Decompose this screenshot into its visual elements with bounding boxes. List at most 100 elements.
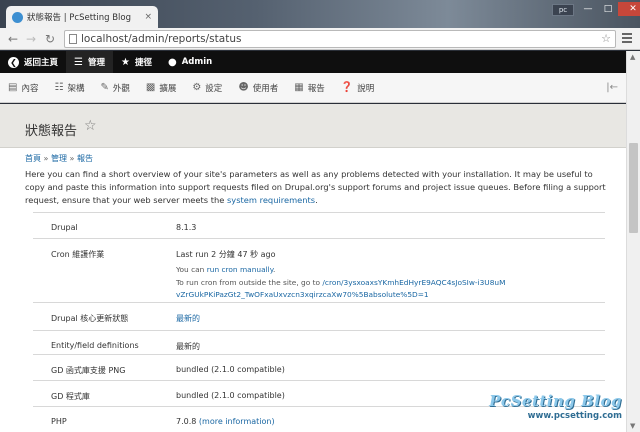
core-update-status-link[interactable]: 最新的 — [176, 313, 200, 324]
scroll-thumb[interactable] — [629, 143, 638, 233]
row-label: Drupal — [51, 223, 78, 232]
arrow-left-icon[interactable]: ← — [8, 31, 18, 47]
user-tab[interactable]: ● Admin — [160, 51, 220, 73]
back-to-site-link[interactable]: ❮ 返回主頁 — [0, 51, 66, 73]
row-value: 8.1.3 — [176, 223, 197, 232]
reload-icon[interactable]: ↻ — [45, 31, 55, 47]
intro-text: Here you can find a short overview of yo… — [25, 168, 610, 208]
collapse-menu-icon[interactable]: |← — [606, 82, 618, 93]
breadcrumb-home[interactable]: 首頁 — [25, 154, 41, 163]
row-value: 最新的 — [176, 342, 200, 351]
row-label: Drupal 核心更新狀態 — [51, 314, 129, 323]
reports-icon: ▦ — [294, 82, 304, 93]
cron-manual-pre: You can — [176, 265, 207, 274]
manage-label: 管理 — [87, 58, 105, 68]
page-icon — [69, 34, 77, 44]
browser-navbar: ← → ↻ localhost/admin/reports/status ☆ — [0, 28, 640, 50]
intro-end: . — [315, 195, 318, 206]
back-arrow-icon: ❮ — [8, 56, 19, 68]
menu-item-help[interactable]: ❓ 說明 — [333, 73, 382, 103]
page-title: 狀態報告 — [25, 124, 78, 139]
add-shortcut-star-icon[interactable]: ☆ — [84, 118, 97, 134]
menu-item-people[interactable]: ☻ 使用者 — [230, 73, 286, 103]
menu-item-content[interactable]: ▤ 內容 — [0, 73, 46, 103]
menu-label: 報告 — [307, 83, 325, 94]
table-row: Entity/field definitions 最新的 — [33, 330, 605, 354]
system-requirements-link[interactable]: system requirements — [227, 195, 315, 205]
table-row: GD 函式庫支援 PNG bundled (2.1.0 compatible) — [33, 354, 605, 380]
main-content: 首頁 » 管理 » 報告 Here you can find a short o… — [0, 148, 626, 432]
scroll-up-icon[interactable]: ▲ — [630, 53, 635, 61]
cron-value: Last run 2 分鐘 47 秒 ago You can run cron … — [176, 249, 506, 301]
page-scrollbar[interactable]: ▲ ▼ — [626, 51, 640, 432]
watermark-url: www.pcsetting.com — [527, 411, 622, 421]
window-user-badge[interactable]: pc — [552, 4, 574, 16]
user-icon: ● — [167, 56, 177, 68]
menu-item-structure[interactable]: ☷ 架構 — [46, 73, 92, 103]
table-row: Drupal 8.1.3 — [33, 212, 605, 238]
browser-menu-icon[interactable] — [622, 33, 632, 45]
menu-label: 外觀 — [112, 83, 130, 94]
row-value: bundled (2.1.0 compatible) — [176, 365, 285, 374]
pcsetting-watermark: PcSetting Blog www.pcsetting.com — [442, 392, 622, 421]
php-more-info-link[interactable]: (more information) — [199, 417, 275, 426]
menu-label: 設定 — [205, 83, 223, 94]
menu-label: 說明 — [357, 83, 375, 94]
breadcrumb-separator: » — [43, 154, 49, 163]
browser-titlebar: 狀態報告 | PcSetting Blog × pc — □ ✕ — [0, 0, 640, 28]
close-window-icon[interactable]: ✕ — [618, 2, 640, 16]
watermark-title: PcSetting Blog — [489, 392, 622, 410]
config-icon: ⚙ — [192, 82, 202, 93]
bookmark-star-icon[interactable]: ☆ — [601, 31, 611, 47]
table-row: Cron 維護作業 Last run 2 分鐘 47 秒 ago You can… — [33, 238, 605, 302]
tab-title: 狀態報告 | PcSetting Blog — [27, 13, 131, 23]
row-label: PHP — [51, 417, 67, 426]
arrow-right-icon[interactable]: → — [26, 31, 36, 47]
star-icon: ★ — [121, 56, 130, 68]
php-value: 7.0.8 (more information) — [176, 417, 275, 426]
menu-item-config[interactable]: ⚙ 設定 — [184, 73, 230, 103]
drupal-favicon-icon — [12, 11, 23, 23]
menu-label: 使用者 — [252, 83, 279, 94]
cron-external-line: To run cron from outside the site, go to… — [176, 277, 506, 301]
menu-label: 內容 — [21, 83, 39, 94]
row-label: GD 函式庫支援 PNG — [51, 366, 126, 375]
structure-icon: ☷ — [54, 82, 64, 93]
row-label: Entity/field definitions — [51, 341, 139, 350]
minimize-icon[interactable]: — — [578, 2, 598, 16]
breadcrumb-admin[interactable]: 管理 — [51, 154, 67, 163]
admin-menu: ▤ 內容 ☷ 架構 ✎ 外觀 ▩ 擴展 ⚙ 設定 ☻ 使用者 ▦ 報告 ❓ 說明… — [0, 73, 626, 103]
cron-manual-line: You can run cron manually. — [176, 264, 506, 276]
menu-item-reports[interactable]: ▦ 報告 — [286, 73, 332, 103]
shortcuts-label: 捷徑 — [134, 58, 152, 68]
tab-close-icon[interactable]: × — [144, 12, 152, 22]
page-header: 狀態報告 ☆ — [0, 104, 626, 148]
table-row: Drupal 核心更新狀態 最新的 — [33, 302, 605, 330]
menu-item-extend[interactable]: ▩ 擴展 — [138, 73, 184, 103]
manage-tab[interactable]: ☰ 管理 — [66, 51, 113, 73]
breadcrumb: 首頁 » 管理 » 報告 — [25, 153, 93, 164]
row-label: GD 程式庫 — [51, 392, 90, 401]
content-icon: ▤ — [8, 82, 18, 93]
browser-tab[interactable]: 狀態報告 | PcSetting Blog × — [6, 6, 158, 28]
cron-external-pre: To run cron from outside the site, go to — [176, 278, 323, 287]
run-cron-manually-link[interactable]: run cron manually — [207, 265, 273, 274]
address-bar[interactable]: localhost/admin/reports/status ☆ — [64, 30, 616, 48]
people-icon: ☻ — [238, 82, 249, 93]
row-label: Cron 維護作業 — [51, 250, 105, 259]
row-value: bundled (2.1.0 compatible) — [176, 391, 285, 400]
maximize-icon[interactable]: □ — [598, 2, 618, 16]
shortcuts-tab[interactable]: ★ 捷徑 — [113, 51, 160, 73]
menu-item-appearance[interactable]: ✎ 外觀 — [92, 73, 137, 103]
appearance-icon: ✎ — [100, 82, 109, 93]
hamburger-icon: ☰ — [74, 56, 83, 68]
extend-icon: ▩ — [145, 82, 156, 93]
window-controls: — □ ✕ — [578, 2, 640, 16]
url-text: localhost/admin/reports/status — [81, 33, 242, 45]
menu-label: 擴展 — [159, 83, 177, 94]
user-label: Admin — [181, 57, 213, 67]
breadcrumb-separator: » — [69, 154, 75, 163]
scroll-down-icon[interactable]: ▼ — [630, 422, 635, 430]
breadcrumb-reports[interactable]: 報告 — [77, 154, 93, 163]
menu-label: 架構 — [67, 83, 85, 94]
